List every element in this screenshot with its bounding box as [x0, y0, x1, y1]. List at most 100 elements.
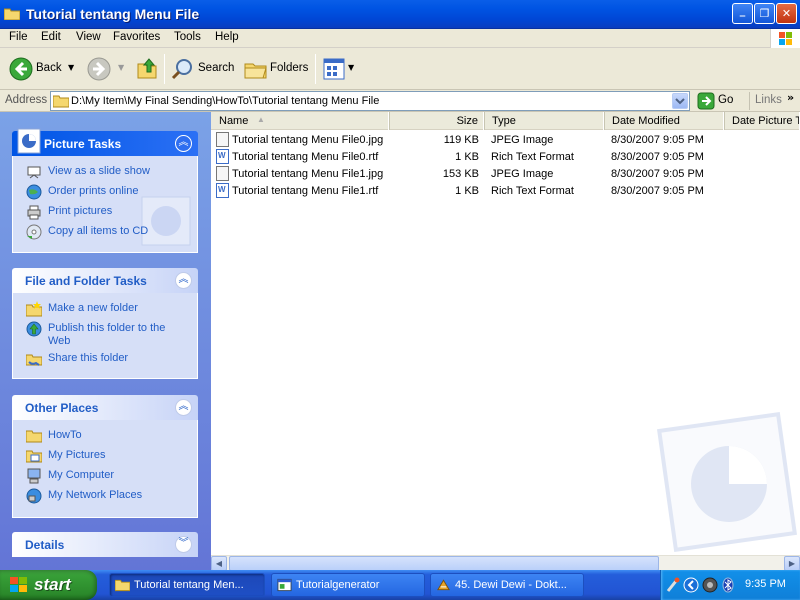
minimize-button[interactable]: _ [732, 3, 753, 24]
new-folder-icon [26, 301, 42, 317]
back-label: Back [36, 62, 62, 74]
my-pictures-icon [26, 450, 42, 463]
file-folder-tasks-header[interactable]: File and Folder Tasks ︽ [12, 268, 198, 293]
chevron-down-icon [675, 98, 685, 105]
forward-button[interactable]: ▼ [86, 54, 128, 84]
place-my-pictures[interactable]: My Pictures [23, 446, 197, 466]
file-type: JPEG Image [491, 134, 554, 146]
file-modified: 8/30/2007 9:05 PM [611, 168, 704, 180]
task-share-folder[interactable]: Share this folder [23, 349, 197, 369]
menu-bar: File Edit View Favorites Tools Help [0, 29, 800, 48]
forward-dropdown-icon[interactable]: ▼ [118, 63, 124, 72]
place-my-computer[interactable]: My Computer [23, 466, 197, 486]
folders-button[interactable]: Folders [242, 54, 310, 84]
menu-file[interactable]: File [9, 31, 28, 43]
task-copy-to-cd[interactable]: Copy all items to CD [23, 222, 197, 242]
taskbar-button-tutorialgenerator[interactable]: Tutorialgenerator [271, 573, 425, 597]
column-label: Name [219, 115, 249, 127]
close-button[interactable]: ✕ [776, 3, 797, 24]
address-field[interactable]: D:\My Item\My Final Sending\HowTo\Tutori… [50, 91, 690, 111]
place-network[interactable]: My Network Places [23, 486, 197, 506]
picture-tasks-header[interactable]: Picture Tasks ︽ [12, 128, 198, 156]
media-player-icon [437, 579, 450, 591]
picture-tasks-panel: Picture Tasks ︽ View as a slide show Ord… [12, 128, 198, 253]
folders-label: Folders [270, 62, 309, 74]
task-print-pictures[interactable]: Print pictures [23, 202, 197, 222]
menu-view[interactable]: View [76, 31, 101, 43]
back-button[interactable]: Back ▼ [6, 54, 80, 84]
file-size: 119 KB [443, 134, 479, 146]
task-publish-web[interactable]: Publish this folder to the Web [23, 319, 197, 349]
task-pane: Picture Tasks ︽ View as a slide show Ord… [0, 112, 211, 570]
table-row[interactable]: W Tutorial tentang Menu File1.rtf 1 KB R… [211, 183, 800, 200]
tray-clock[interactable]: 9:35 PM [745, 578, 786, 590]
scroll-thumb[interactable] [229, 556, 659, 571]
file-size: 153 KB [442, 168, 479, 180]
place-label: My Computer [48, 469, 115, 481]
table-row[interactable]: Tutorial tentang Menu File1.jpg 153 KB J… [211, 166, 800, 183]
place-label: My Network Places [48, 489, 143, 501]
system-tray: 9:35 PM [660, 570, 800, 600]
file-list[interactable]: Name ▲ Size Type Date Modified Date Pictu… [211, 112, 800, 555]
place-howto[interactable]: HowTo [23, 426, 197, 446]
scroll-right-button[interactable]: ▶ [784, 556, 800, 571]
column-date-picture-taken[interactable]: Date Picture T [724, 112, 800, 130]
start-button[interactable]: start [0, 570, 97, 600]
menu-tools[interactable]: Tools [174, 31, 201, 43]
collapse-chevron-icon[interactable]: ︽ [175, 135, 192, 152]
picture-tasks-body: View as a slide show Order prints online… [12, 156, 198, 253]
scroll-left-button[interactable]: ◀ [211, 556, 227, 571]
rtf-file-icon: W [216, 183, 229, 198]
maximize-button[interactable]: ❐ [754, 3, 775, 24]
address-dropdown-button[interactable] [672, 93, 688, 109]
task-label: Share this folder [48, 352, 129, 364]
taskbar-button-explorer[interactable]: Tutorial tentang Men... [109, 573, 265, 597]
task-slideshow[interactable]: View as a slide show [23, 162, 197, 182]
column-name[interactable]: Name ▲ [211, 112, 389, 130]
back-dropdown-icon[interactable]: ▼ [68, 63, 74, 72]
up-folder-icon[interactable] [136, 56, 158, 80]
tray-tool-icon[interactable] [666, 577, 680, 593]
go-label: Go [718, 94, 734, 106]
column-type[interactable]: Type [484, 112, 604, 130]
search-label: Search [198, 62, 235, 74]
taskbar-button-label: 45. Dewi Dewi - Dokt... [455, 579, 567, 591]
details-header[interactable]: Details ︾ [12, 532, 198, 557]
menu-help[interactable]: Help [215, 31, 239, 43]
task-new-folder[interactable]: Make a new folder [23, 299, 197, 319]
other-places-panel: Other Places ︽ HowTo My Pictures My Comp… [12, 395, 198, 518]
horizontal-scrollbar[interactable]: ◀ ▶ [211, 555, 800, 571]
column-date-modified[interactable]: Date Modified [604, 112, 724, 130]
menu-edit[interactable]: Edit [41, 31, 61, 43]
views-icon [323, 58, 345, 80]
views-button[interactable]: ▼ [321, 57, 357, 81]
file-folder-tasks-title: File and Folder Tasks [25, 274, 147, 288]
collapse-chevron-icon[interactable]: ︽ [175, 399, 192, 416]
my-computer-icon [27, 468, 41, 484]
file-name: Tutorial tentang Menu File0.jpg [232, 134, 384, 146]
place-label: My Pictures [48, 449, 106, 461]
links-chevron-icon[interactable]: » [787, 91, 794, 104]
taskbar-button-media-player[interactable]: 45. Dewi Dewi - Dokt... [430, 573, 584, 597]
place-label: HowTo [48, 429, 82, 441]
menu-favorites[interactable]: Favorites [113, 31, 160, 43]
folder-icon [115, 579, 130, 592]
tray-volume-icon[interactable] [702, 577, 718, 593]
watermark-picture-icon [657, 412, 797, 552]
collapse-chevron-icon[interactable]: ︽ [175, 272, 192, 289]
search-button[interactable]: Search [169, 54, 235, 84]
jpeg-file-icon [216, 166, 229, 181]
file-size: 1 KB [455, 151, 479, 163]
tray-show-hidden-icon[interactable] [683, 576, 699, 594]
column-size[interactable]: Size [389, 112, 484, 130]
table-row[interactable]: W Tutorial tentang Menu File0.rtf 1 KB R… [211, 149, 800, 166]
tray-bluetooth-icon[interactable] [722, 577, 734, 593]
links-label[interactable]: Links [755, 94, 782, 106]
other-places-header[interactable]: Other Places ︽ [12, 395, 198, 420]
start-label: start [34, 575, 71, 594]
task-order-prints[interactable]: Order prints online [23, 182, 197, 202]
expand-chevron-icon[interactable]: ︾ [175, 536, 192, 553]
file-type: JPEG Image [491, 168, 554, 180]
title-bar[interactable]: Tutorial tentang Menu File _ ❐ ✕ [0, 0, 800, 29]
table-row[interactable]: Tutorial tentang Menu File0.jpg 119 KB J… [211, 132, 800, 149]
